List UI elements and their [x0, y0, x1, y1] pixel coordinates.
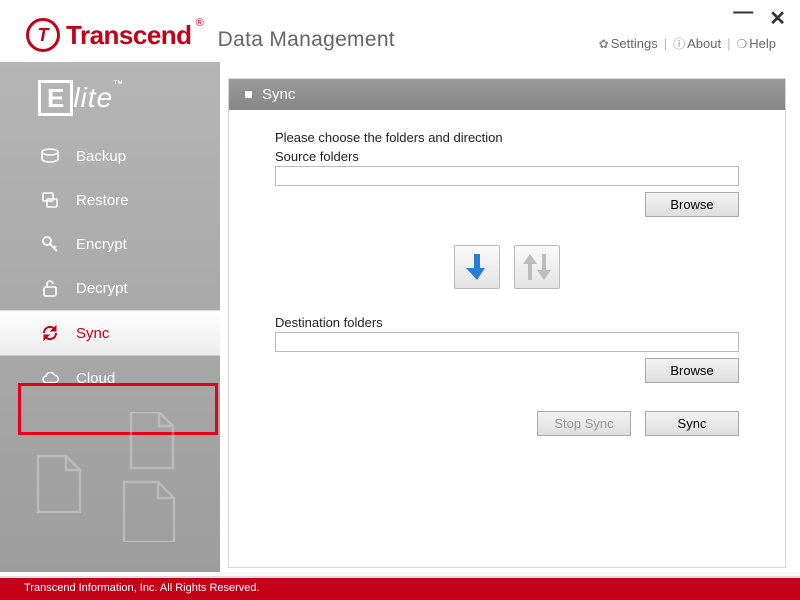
info-icon: ⓘ	[673, 35, 685, 52]
close-button[interactable]: ✕	[769, 6, 786, 31]
dest-input[interactable]	[275, 332, 739, 352]
header-links: ✿Settings | ⓘAbout | ❍Help	[595, 35, 780, 52]
decor-documents-icon	[36, 412, 186, 542]
direction-buttons	[275, 245, 739, 289]
disk-icon	[40, 146, 60, 166]
panel-header: Sync	[229, 79, 785, 110]
brand-logo: T Transcend ®	[26, 18, 206, 52]
sidebar-item-label: Restore	[76, 192, 129, 209]
instruction-text: Please choose the folders and direction	[275, 130, 739, 145]
sidebar-item-label: Cloud	[76, 370, 115, 387]
restore-icon	[40, 190, 60, 210]
sidebar-item-sync[interactable]: Sync	[0, 310, 220, 356]
window-controls: — ✕	[733, 6, 786, 31]
sidebar: Elite™ Backup Restore Encrypt	[0, 62, 220, 572]
one-way-down-button[interactable]	[454, 245, 500, 289]
stop-sync-button[interactable]: Stop Sync	[537, 411, 631, 436]
two-way-button[interactable]	[514, 245, 560, 289]
browse-dest-button[interactable]: Browse	[645, 358, 739, 383]
sync-button[interactable]: Sync	[645, 411, 739, 436]
sidebar-item-decrypt[interactable]: Decrypt	[0, 266, 220, 310]
browse-source-button[interactable]: Browse	[645, 192, 739, 217]
footer-text: Transcend Information, Inc. All Rights R…	[24, 582, 260, 594]
help-icon: ❍	[736, 37, 747, 51]
sidebar-item-encrypt[interactable]: Encrypt	[0, 222, 220, 266]
minimize-button[interactable]: —	[733, 1, 753, 24]
header: T Transcend ® Data Management ✿Settings …	[0, 0, 800, 62]
sidebar-item-backup[interactable]: Backup	[0, 134, 220, 178]
cloud-icon	[40, 368, 60, 388]
brand-name: Transcend	[66, 20, 192, 51]
bullet-icon	[245, 91, 252, 98]
sync-panel: Sync Please choose the folders and direc…	[228, 78, 786, 568]
key-icon	[40, 234, 60, 254]
elite-logo: Elite™	[38, 80, 200, 116]
sidebar-item-restore[interactable]: Restore	[0, 178, 220, 222]
brand-mark-icon: T	[26, 18, 60, 52]
panel-body: Please choose the folders and direction …	[229, 110, 785, 446]
sidebar-item-label: Encrypt	[76, 236, 127, 253]
main-area: Sync Please choose the folders and direc…	[220, 62, 800, 572]
source-input[interactable]	[275, 166, 739, 186]
action-row: Stop Sync Sync	[275, 411, 739, 436]
registered-icon: ®	[196, 17, 204, 29]
panel-title: Sync	[262, 86, 295, 103]
sidebar-item-label: Sync	[76, 325, 109, 342]
app-window: — ✕ T Transcend ® Data Management ✿Setti…	[0, 0, 800, 600]
sidebar-item-label: Decrypt	[76, 280, 128, 297]
gear-icon: ✿	[599, 37, 609, 51]
footer: Transcend Information, Inc. All Rights R…	[0, 578, 800, 600]
sidebar-item-label: Backup	[76, 148, 126, 165]
help-link[interactable]: ❍Help	[732, 36, 780, 51]
unlock-icon	[40, 278, 60, 298]
about-link[interactable]: ⓘAbout	[669, 35, 725, 52]
dest-label: Destination folders	[275, 315, 739, 330]
source-label: Source folders	[275, 149, 739, 164]
sync-icon	[40, 323, 60, 343]
body: Elite™ Backup Restore Encrypt	[0, 62, 800, 572]
settings-link[interactable]: ✿Settings	[595, 36, 662, 51]
sidebar-item-cloud[interactable]: Cloud	[0, 356, 220, 400]
product-name: Data Management	[218, 28, 395, 52]
